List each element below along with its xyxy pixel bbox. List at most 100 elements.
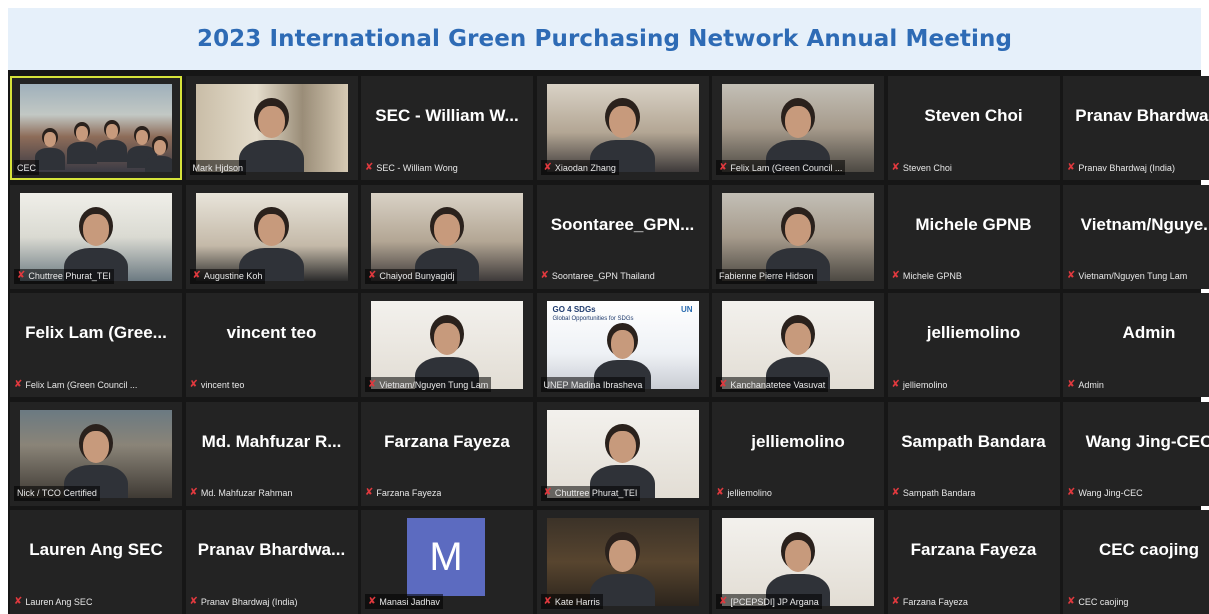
participant-display-name: jelliemolino xyxy=(751,431,845,451)
participant-name-label: ✘ Michele GPNB xyxy=(892,269,962,284)
participant-tile[interactable]: ✘ Kanchanatetee Vasuvat xyxy=(712,293,884,397)
participant-name: Sampath Bandara xyxy=(902,488,976,498)
mic-muted-icon: ✘ xyxy=(1067,595,1076,607)
participant-tile[interactable]: Felix Lam (Gree... ✘ Felix Lam (Green Coun… xyxy=(10,293,182,397)
participant-video xyxy=(546,84,699,172)
participant-video xyxy=(20,84,172,172)
participant-name: SEC - William Wong xyxy=(376,162,458,173)
participant-name-label: ✘ jelliemolino xyxy=(716,486,772,501)
person-face xyxy=(784,539,812,572)
participant-display-name: Lauren Ang SEC xyxy=(29,540,163,559)
participant-name: jelliemolino xyxy=(727,488,772,498)
participant-tile[interactable]: ✘ Vietnam/Nguyen Tung Lam xyxy=(361,293,533,397)
participant-name-label: ✘ Kate Harris xyxy=(540,594,603,609)
participant-tile[interactable]: CEC caojing ✘ CEC caojing xyxy=(1063,510,1209,614)
participant-tile[interactable]: ✘ Kate Harris xyxy=(536,510,709,614)
participant-tile[interactable]: ✘ Felix Lam (Green Council ... xyxy=(712,76,884,180)
participant-tile[interactable]: CEC xyxy=(10,76,182,180)
participant-name-label: ✘ Admin xyxy=(1067,377,1104,392)
participant-name: Chuttree Phurat_TEI xyxy=(28,271,111,281)
meeting-title: 2023 International Green Purchasing Netw… xyxy=(196,26,1013,52)
participant-tile[interactable]: Sampath Bandara ✘ Sampath Bandara xyxy=(887,401,1060,506)
mic-muted-icon: ✘ xyxy=(1067,487,1076,498)
participant-name: Felix Lam (Green Council ... xyxy=(25,379,138,390)
participant-tile[interactable]: Farzana Fayeza ✘ Farzana Fayeza xyxy=(361,401,533,506)
participant-tile[interactable]: Admin ✘ Admin xyxy=(1063,293,1209,397)
participant-tile[interactable]: ✘ Chuttree Phurat_TEI xyxy=(10,184,182,289)
participant-name-label: ✘ Chaiyod Bunyagidj xyxy=(365,268,458,284)
participant-name-label: ✘ Wang Jing-CEC xyxy=(1067,486,1143,501)
participant-tile[interactable]: ✘ Chuttree Phurat_TEI xyxy=(536,401,709,506)
participant-tile[interactable]: Farzana Fayeza ✘ Farzana Fayeza xyxy=(887,510,1060,614)
mic-muted-icon: ✘ xyxy=(189,595,198,607)
participant-tile[interactable]: GO 4 SDGs Global Opportunities for SDGs UN… xyxy=(536,293,709,397)
mic-muted-icon: ✘ xyxy=(14,378,23,390)
mic-muted-icon: ✘ xyxy=(891,161,900,173)
participant-tile[interactable]: Pranav Bhardwa... ✘ Pranav Bhardwaj (India… xyxy=(185,510,358,614)
participant-name: Manasi Jadhav xyxy=(379,596,440,607)
participant-tile[interactable]: Vietnam/Nguye... ✘ Vietnam/Nguyen Tung Lam xyxy=(1063,184,1209,289)
participant-video xyxy=(546,518,699,606)
participant-name-label: Fabienne Pierre Hidson xyxy=(716,268,817,284)
participant-tile[interactable]: Michele GPNB ✘ Michele GPNB xyxy=(887,184,1060,289)
participant-video xyxy=(20,192,172,281)
person-face xyxy=(105,123,119,139)
participant-tile[interactable]: M ✘ Manasi Jadhav xyxy=(361,510,533,614)
participant-name: Pranav Bhardwaj (India) xyxy=(1078,162,1175,173)
participant-name-label: ✘ Kanchanatetee Vasuvat xyxy=(716,377,829,392)
person-face xyxy=(610,329,635,359)
slide-subtitle: Global Opportunities for SDGs xyxy=(552,316,634,322)
participant-tile[interactable]: SEC - William W... ✘ SEC - William Wong xyxy=(361,76,533,180)
participant-name: CEC xyxy=(17,162,37,173)
mic-muted-icon: ✘ xyxy=(189,487,198,498)
participant-name-label: ✘ vincent teo xyxy=(190,377,245,392)
participant-tile[interactable]: Lauren Ang SEC ✘ Lauren Ang SEC xyxy=(10,510,182,614)
participant-video xyxy=(722,518,874,606)
participant-tile[interactable]: ✘ Augustine Koh xyxy=(185,184,358,289)
participant-name-label: ✘ SEC - William Wong xyxy=(365,160,458,175)
participant-display-name: Vietnam/Nguye... xyxy=(1080,214,1209,234)
participant-name-label: ✘ Farzana Fayeza xyxy=(892,594,968,609)
participant-tile[interactable]: Mark Hjdson xyxy=(185,76,358,180)
participant-display-name: Sampath Bandara xyxy=(901,431,1046,451)
participant-name: Kate Harris xyxy=(554,596,600,607)
participant-name-label: Nick / TCO Certified xyxy=(14,485,100,501)
person-face xyxy=(75,125,89,141)
participant-video xyxy=(20,409,172,498)
participant-name: UNEP Madina Ibrasheva xyxy=(543,379,643,390)
participant-display-name: Felix Lam (Gree... xyxy=(25,323,167,342)
participant-name-label: ✘ Chuttree Phurat_TEI xyxy=(540,485,641,501)
mic-muted-icon: ✘ xyxy=(543,487,552,498)
participant-name-label: ✘ Farzana Fayeza xyxy=(365,486,441,501)
participant-tile[interactable]: Fabienne Pierre Hidson xyxy=(712,184,884,289)
participant-display-name: Pranav Bhardwa... xyxy=(1075,106,1209,125)
participant-tile[interactable]: Md. Mahfuzar R... ✘ Md. Mahfuzar Rahman xyxy=(185,401,358,506)
participant-tile[interactable]: jelliemolino ✘ jelliemolino xyxy=(887,293,1060,397)
person-face xyxy=(784,322,812,355)
participant-name: Soontaree_GPN Thailand xyxy=(551,271,655,281)
participant-tile[interactable]: vincent teo ✘ vincent teo xyxy=(185,293,358,397)
participant-tile[interactable]: ✘ Chaiyod Bunyagidj xyxy=(361,184,533,289)
mic-muted-icon: ✘ xyxy=(543,161,552,173)
mic-muted-icon: ✘ xyxy=(189,378,198,390)
participant-tile[interactable]: Nick / TCO Certified xyxy=(10,401,182,506)
person-face xyxy=(784,105,812,138)
participant-name-label: ✘ Vietnam/Nguyen Tung Lam xyxy=(1067,269,1187,284)
participant-video xyxy=(371,192,523,281)
participant-gallery: CEC Mark Hjdson SEC - William W... ✘ SEC - W… xyxy=(8,70,1209,614)
participant-tile[interactable]: Pranav Bhardwa... ✘ Pranav Bhardwaj (India… xyxy=(1063,76,1209,180)
participant-tile[interactable]: Soontaree_GPN... ✘ Soontaree_GPN Thailand xyxy=(536,184,709,289)
participant-tile[interactable]: ✘ [PCEPSDI] JP Argana xyxy=(712,510,884,614)
participant-tile[interactable]: ✘ Xiaodan Zhang xyxy=(536,76,709,180)
mic-muted-icon: ✘ xyxy=(368,595,377,607)
mic-muted-icon: ✘ xyxy=(17,270,26,281)
participant-video xyxy=(546,409,699,498)
participant-name: jelliemolino xyxy=(902,379,948,390)
person-body xyxy=(239,139,304,172)
person-face xyxy=(609,431,636,464)
participant-tile[interactable]: Wang Jing-CEC ✘ Wang Jing-CEC xyxy=(1063,401,1209,506)
participant-name-label: ✘ Steven Choi xyxy=(892,160,952,175)
mic-muted-icon: ✘ xyxy=(1067,270,1076,281)
participant-tile[interactable]: Steven Choi ✘ Steven Choi xyxy=(887,76,1060,180)
participant-tile[interactable]: jelliemolino ✘ jelliemolino xyxy=(712,401,884,506)
